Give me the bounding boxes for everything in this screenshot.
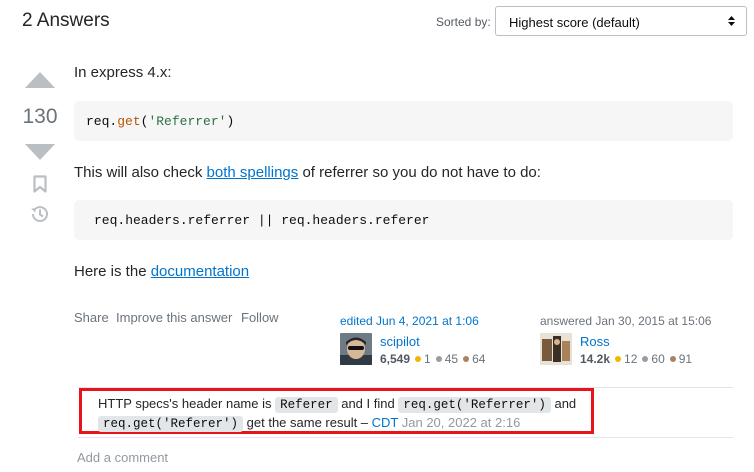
- sort-select-value: Highest score (default): [509, 15, 640, 30]
- editor-silver-count: 45: [444, 352, 459, 366]
- vote-count: 130: [22, 105, 58, 128]
- comment-date-link[interactable]: Jan 20, 2022 at 2:16: [398, 415, 521, 430]
- comment-text: get the same result –: [243, 415, 372, 430]
- improve-answer-link[interactable]: Improve this answer: [116, 310, 232, 325]
- documentation-link[interactable]: documentation: [151, 263, 249, 280]
- follow-link[interactable]: Follow: [241, 310, 279, 325]
- comment-inline-code: Referer: [275, 397, 338, 413]
- bookmark-icon[interactable]: [33, 175, 47, 193]
- answer-intro: In express 4.x:: [74, 64, 172, 81]
- comment-inline-code: req.get('Referrer'): [398, 397, 551, 413]
- answered-timestamp: answered Jan 30, 2015 at 15:06: [540, 314, 712, 328]
- sort-select[interactable]: Highest score (default): [495, 6, 747, 36]
- silver-badge-icon: [642, 356, 649, 363]
- comment-text: and: [550, 396, 577, 411]
- upvote-icon[interactable]: [24, 70, 56, 90]
- code-token: req.: [86, 114, 118, 129]
- comment-line-1: HTTP specs's header name is Referer and …: [98, 396, 577, 413]
- code-token: ): [226, 114, 235, 129]
- author-stats: 14.2k 12 60 91: [580, 352, 692, 366]
- both-spellings-link[interactable]: both spellings: [207, 164, 299, 181]
- code-block-req-get: req.get('Referrer'): [74, 101, 733, 141]
- comment-inline-code: req.get('Referer'): [98, 416, 244, 432]
- comments-divider-bottom: [78, 437, 733, 438]
- answer-paragraph-spellings: This will also check both spellings of r…: [74, 164, 541, 181]
- author-reputation: 14.2k: [580, 352, 611, 366]
- author-silver-count: 60: [651, 352, 665, 366]
- comment-text: HTTP specs's header name is: [98, 396, 276, 411]
- author-bronze-count: 91: [678, 352, 693, 366]
- editor-gold-count: 1: [424, 352, 431, 366]
- author-name-link[interactable]: Ross: [580, 334, 610, 349]
- comment-user-link[interactable]: CDT: [372, 415, 398, 430]
- comment-line-2: req.get('Referer') get the same result –…: [98, 415, 521, 432]
- paragraph-text: of referrer so you do not have to do:: [298, 164, 541, 181]
- code-line: req.get('Referrer'): [86, 114, 234, 129]
- comment-text: and I find: [337, 396, 399, 411]
- author-avatar-image: [540, 333, 572, 365]
- paragraph-text: Here is the: [74, 263, 151, 280]
- author-gold-count: 12: [624, 352, 638, 366]
- highlighted-comment: HTTP specs's header name is Referer and …: [79, 388, 594, 434]
- answers-count-heading: 2 Answers: [22, 10, 110, 31]
- downvote-icon[interactable]: [24, 142, 56, 162]
- answer-paragraph-documentation: Here is the documentation: [74, 263, 249, 280]
- code-line: req.headers.referrer || req.headers.refe…: [94, 213, 430, 228]
- code-block-headers: req.headers.referrer || req.headers.refe…: [74, 200, 733, 240]
- share-link[interactable]: Share: [74, 310, 109, 325]
- code-token-method: get: [117, 114, 141, 129]
- editor-reputation: 6,549: [380, 352, 411, 366]
- editor-avatar-image: [340, 333, 372, 365]
- gold-badge-icon: [415, 356, 422, 363]
- editor-bronze-count: 64: [472, 352, 486, 366]
- editor-name-link[interactable]: scipilot: [380, 334, 420, 349]
- silver-badge-icon: [435, 356, 442, 363]
- bronze-badge-icon: [669, 356, 676, 363]
- history-icon[interactable]: [30, 204, 50, 224]
- edited-timestamp-link[interactable]: edited Jun 4, 2021 at 1:06: [340, 314, 479, 328]
- author-avatar[interactable]: [540, 333, 572, 365]
- sorted-by-label: Sorted by:: [436, 15, 491, 29]
- editor-avatar[interactable]: [340, 333, 372, 365]
- gold-badge-icon: [615, 356, 622, 363]
- add-comment-link[interactable]: Add a comment: [77, 450, 168, 465]
- select-arrows-icon: [728, 16, 735, 26]
- bronze-badge-icon: [463, 356, 470, 363]
- paragraph-text: This will also check: [74, 164, 207, 181]
- code-token-string: 'Referrer': [148, 114, 227, 129]
- editor-stats: 6,549 1 45 64: [380, 352, 485, 366]
